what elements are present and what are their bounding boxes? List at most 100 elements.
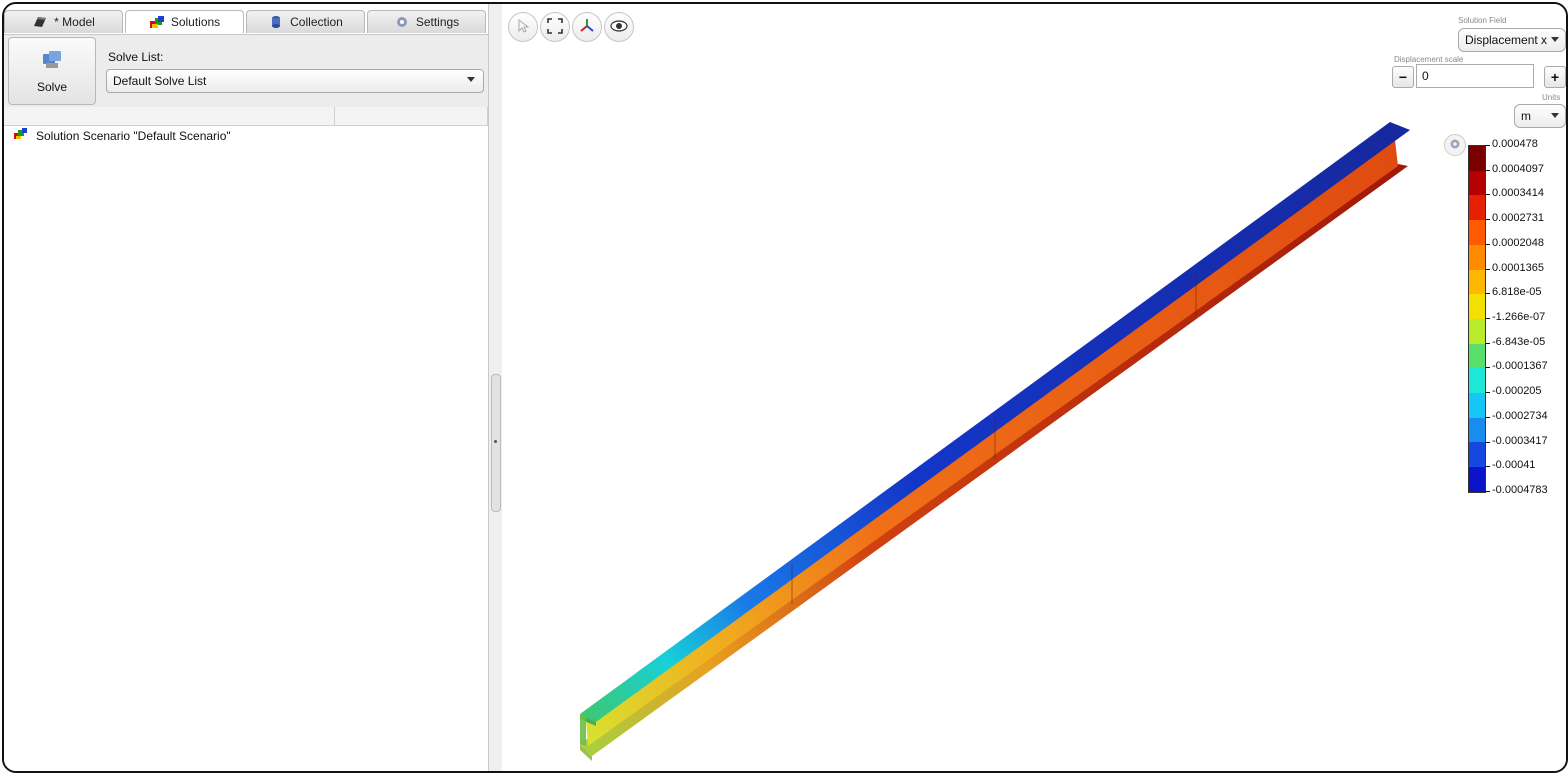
legend-color-band (1469, 393, 1485, 418)
legend-tick (1485, 145, 1490, 146)
legend-label: 0.000478 (1492, 138, 1538, 150)
tab-bar: * Model Solutions Collection Settings (4, 10, 488, 34)
visibility-button[interactable] (604, 12, 634, 42)
legend-color-band (1469, 318, 1485, 344)
axes-icon (578, 17, 596, 38)
legend-label: -1.266e-07 (1492, 311, 1546, 323)
legend-tick (1485, 268, 1490, 270)
tree-column-header[interactable] (335, 107, 488, 125)
beam-model (580, 122, 1410, 761)
legend-color-band (1469, 269, 1485, 295)
legend-label: 6.818e-05 (1492, 286, 1542, 299)
legend-label: -6.843e-05 (1492, 335, 1546, 348)
tree-item-label: Solution Scenario "Default Scenario" (36, 128, 231, 143)
tab-solutions-label: Solutions (170, 15, 221, 29)
legend-color-band (1469, 294, 1485, 319)
legend-label: -0.000205 (1492, 385, 1542, 398)
splitter-handle[interactable] (491, 374, 501, 512)
legend-tick (1485, 466, 1490, 468)
legend-tick (1485, 318, 1490, 319)
legend-label: 0.0002048 (1492, 236, 1544, 249)
legend-label: 0.0003414 (1492, 187, 1544, 200)
legend-label: 0.0001365 (1492, 261, 1544, 274)
tree-header (4, 107, 488, 126)
legend-color-band (1469, 195, 1485, 221)
tab-collection[interactable]: Collection (246, 10, 365, 33)
legend-label: -0.0003417 (1492, 434, 1548, 447)
left-panel: * Model Solutions Collection Settings So… (4, 4, 488, 771)
legend-color-band (1469, 368, 1485, 394)
solutions-icon (149, 15, 165, 29)
scenario-icon (14, 128, 28, 143)
legend-tick (1485, 293, 1490, 295)
legend-color-band (1469, 244, 1485, 270)
legend-color-band (1469, 417, 1485, 443)
gear-icon (1449, 138, 1461, 153)
tab-model[interactable]: * Model (4, 10, 123, 33)
legend-tick (1485, 194, 1490, 196)
legend-color-band (1469, 146, 1485, 171)
legend-color-band (1469, 343, 1485, 369)
solution-field-select[interactable]: Displacement x (1458, 28, 1566, 52)
3d-viewport[interactable]: Solution Field Displacement x Displaceme… (502, 4, 1566, 771)
collapse-arrow-icon[interactable] (494, 440, 497, 443)
legend-color-band (1469, 467, 1485, 492)
chevron-down-icon (467, 77, 475, 82)
solve-list-value: Default Solve List (113, 74, 207, 88)
eye-icon (610, 19, 628, 35)
fit-view-icon (547, 17, 563, 37)
solve-icon (40, 49, 64, 74)
collection-icon (268, 15, 284, 29)
tab-solutions[interactable]: Solutions (125, 10, 244, 33)
tab-settings-label: Settings (415, 15, 460, 29)
scale-increment-button[interactable]: + (1544, 66, 1566, 88)
legend-color-band (1469, 170, 1485, 196)
legend-label: -0.00041 (1492, 459, 1536, 472)
legend-tick (1485, 416, 1490, 418)
fit-view-button[interactable] (540, 12, 570, 42)
model-icon (32, 15, 48, 29)
axes-button[interactable] (572, 12, 602, 42)
legend-tick (1485, 491, 1490, 492)
color-legend-bar (1468, 145, 1486, 493)
legend-tick (1485, 219, 1490, 221)
tree-column-header[interactable] (4, 107, 335, 125)
legend-tick (1485, 392, 1490, 394)
units-select[interactable]: m (1514, 104, 1566, 128)
units-value: m (1521, 109, 1531, 123)
units-caption: Units (1542, 93, 1561, 102)
legend-color-band (1469, 442, 1485, 468)
legend-label: -0.0001367 (1492, 360, 1548, 373)
tab-model-label: * Model (54, 15, 95, 29)
scale-decrement-button[interactable]: − (1392, 66, 1414, 88)
legend-settings-button[interactable] (1444, 134, 1466, 156)
legend-tick (1485, 169, 1490, 171)
legend-tick (1485, 441, 1490, 443)
legend-label: 0.0004097 (1492, 162, 1544, 175)
solve-list-label: Solve List: (108, 50, 164, 64)
legend-tick (1485, 367, 1490, 369)
displacement-scale-value: 0 (1422, 69, 1429, 83)
legend-tick (1485, 342, 1490, 344)
chevron-down-icon (1551, 37, 1559, 42)
solve-toolbar: Solve Solve List: Default Solve List (4, 34, 488, 108)
solve-list-select[interactable]: Default Solve List (106, 69, 484, 93)
tab-collection-label: Collection (290, 15, 343, 29)
tab-settings[interactable]: Settings (367, 10, 486, 33)
legend-tick (1485, 243, 1490, 245)
solve-button-label: Solve (36, 79, 68, 94)
legend-label: -0.0004783 (1492, 484, 1548, 496)
legend-label: 0.0002731 (1492, 212, 1544, 225)
legend-color-band (1469, 220, 1485, 245)
select-tool-button[interactable] (508, 12, 538, 42)
displacement-scale-caption: Displacement scale (1394, 55, 1464, 64)
solution-field-caption: Solution Field (1458, 16, 1507, 25)
chevron-down-icon (1551, 113, 1559, 118)
solve-button[interactable]: Solve (8, 37, 96, 105)
legend-label: -0.0002734 (1492, 409, 1548, 422)
select-icon (516, 18, 530, 36)
tree-item-scenario[interactable]: Solution Scenario "Default Scenario" (14, 128, 231, 143)
displacement-scale-input[interactable]: 0 (1416, 64, 1534, 88)
app-window: * Model Solutions Collection Settings So… (2, 2, 1568, 773)
gear-icon (394, 15, 410, 29)
